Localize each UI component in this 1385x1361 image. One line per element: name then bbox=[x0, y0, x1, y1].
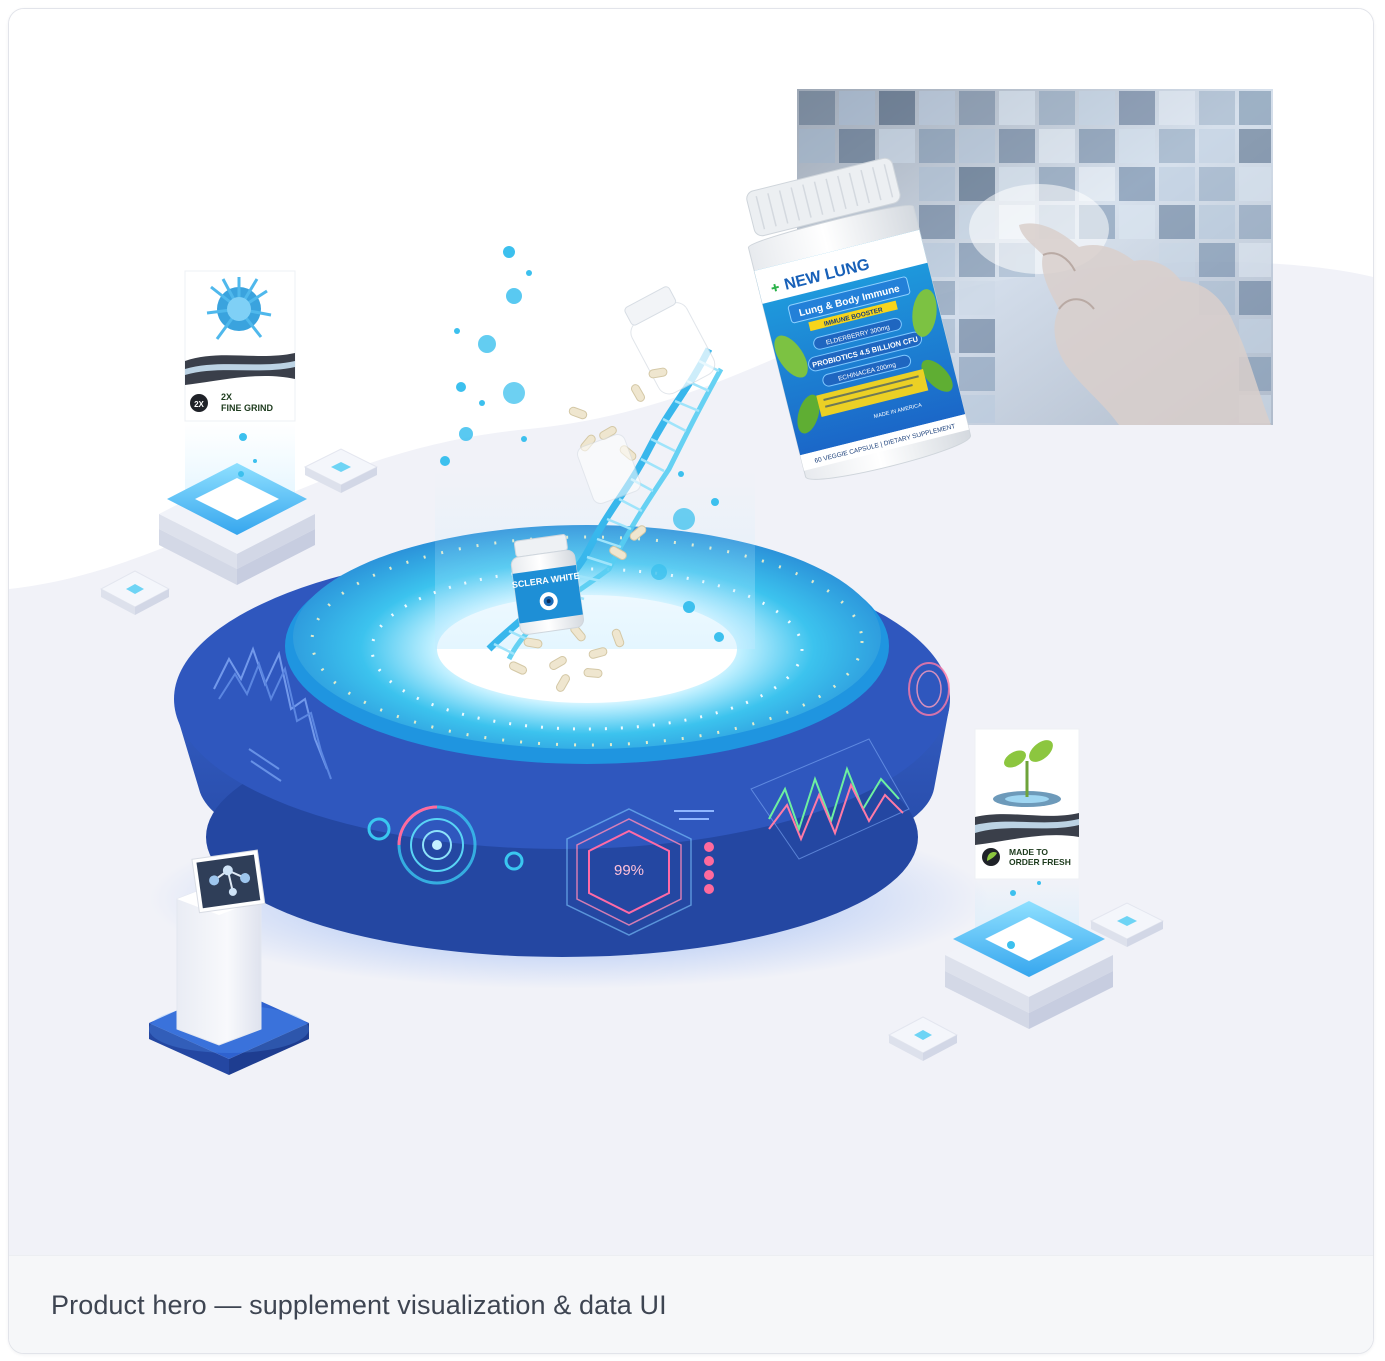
order-fresh-label-line2: ORDER FRESH bbox=[1009, 857, 1071, 867]
fine-grind-label-line1: 2X bbox=[221, 392, 232, 402]
molecule-card bbox=[191, 849, 266, 914]
caption-bar: Product hero — supplement visualization … bbox=[9, 1255, 1373, 1353]
image-caption: Product hero — supplement visualization … bbox=[51, 1290, 667, 1320]
capsule-bottle-floating bbox=[624, 286, 716, 395]
feature-card-fine-grind: 2X 2X FINE GRIND bbox=[184, 270, 296, 422]
fine-grind-badge: 2X bbox=[194, 400, 204, 409]
hero-illustration: 99% SCLERA WHITE ✚ NEW LUNG Lung & Body … bbox=[9, 9, 1373, 1255]
hero-scene-svg: 99% SCLERA WHITE ✚ NEW LUNG Lung & Body … bbox=[9, 89, 1373, 1255]
percent-readout: 99% bbox=[614, 862, 644, 879]
feature-card-order-fresh: MADE TO ORDER FRESH bbox=[974, 728, 1080, 880]
fine-grind-label-line2: FINE GRIND bbox=[221, 403, 274, 413]
order-fresh-label-line1: MADE TO bbox=[1009, 847, 1048, 857]
hero-card: 99% SCLERA WHITE ✚ NEW LUNG Lung & Body … bbox=[8, 8, 1374, 1354]
